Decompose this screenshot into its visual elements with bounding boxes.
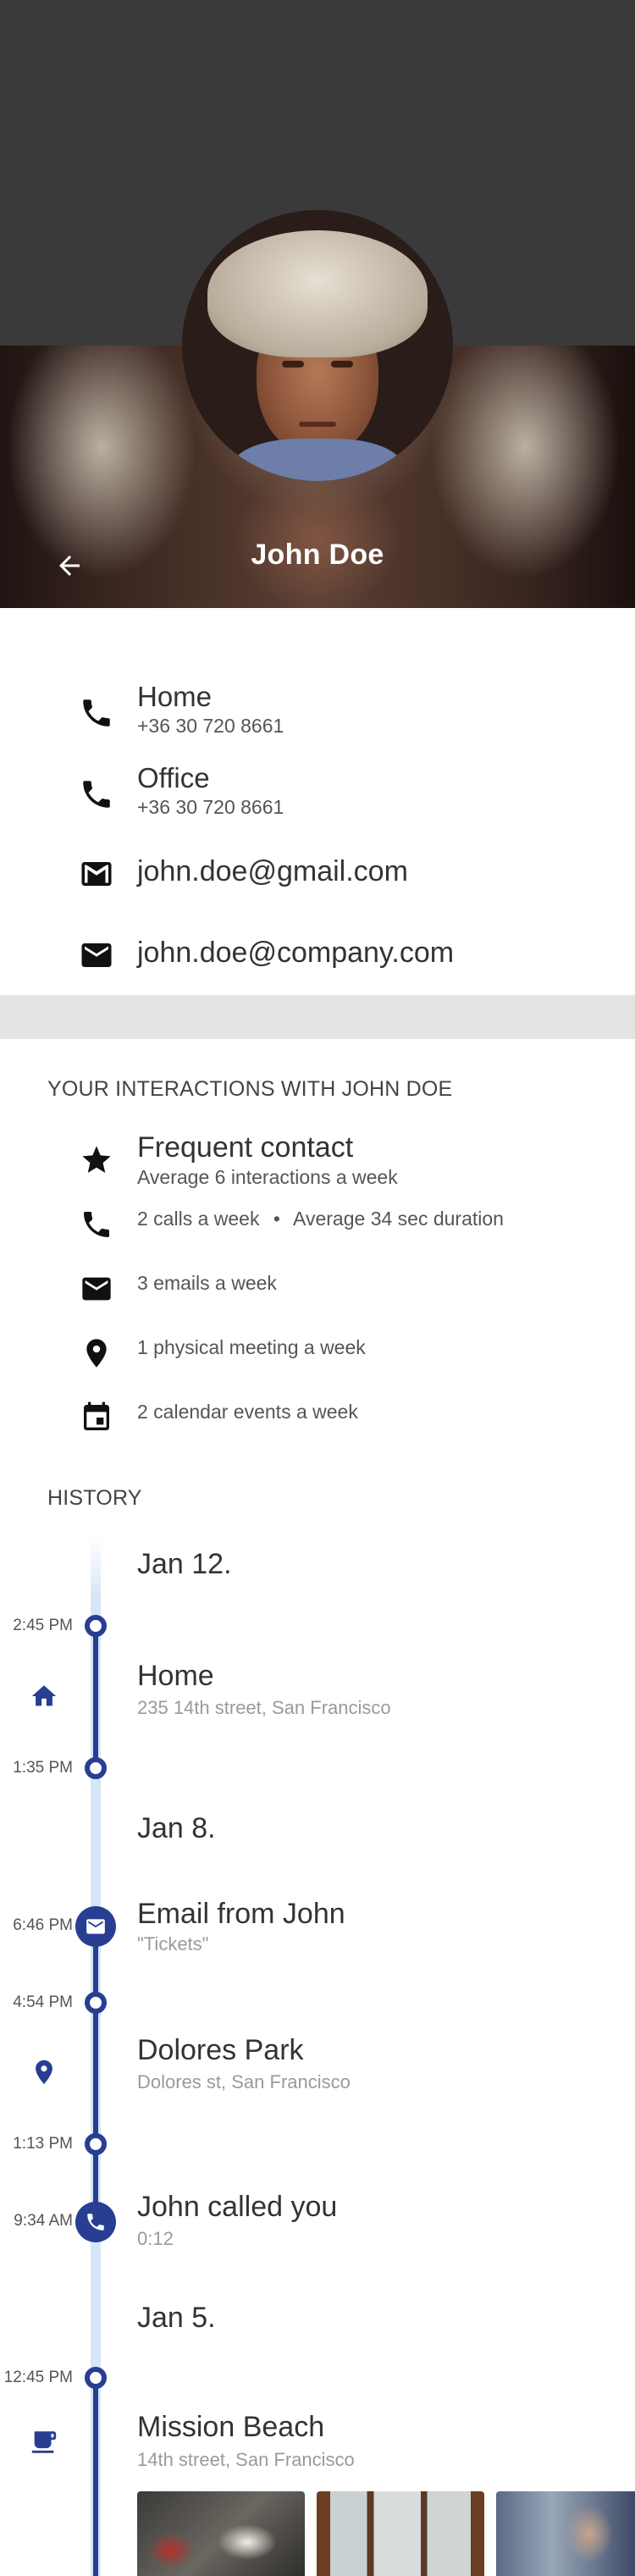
home-icon bbox=[27, 1679, 61, 1713]
event-address: Dolores st, San Francisco bbox=[137, 2071, 351, 2092]
location-pin-icon bbox=[76, 1333, 117, 1374]
history-date: Jan 5. bbox=[137, 2302, 216, 2334]
email-address: john.doe@gmail.com bbox=[137, 855, 408, 887]
event-title: Email from John bbox=[137, 1898, 345, 1930]
email-icon bbox=[86, 1919, 105, 1934]
history-date: Jan 8. bbox=[137, 1812, 216, 1844]
location-pin-icon bbox=[27, 2055, 61, 2089]
event-title: John called you bbox=[137, 2191, 338, 2223]
event-subject: "Tickets" bbox=[137, 1933, 209, 1954]
contact-office-phone[interactable]: Office +36 30 720 8661 bbox=[0, 759, 635, 826]
timeline-segment bbox=[93, 1626, 98, 1768]
event-start-time: 4:54 PM bbox=[13, 1993, 73, 2011]
contact-name: John Doe bbox=[251, 539, 384, 571]
history-title: HISTORY bbox=[47, 1486, 142, 1510]
call-duration: Average 34 sec duration bbox=[293, 1208, 504, 1230]
phone-icon bbox=[76, 693, 117, 733]
email-icon bbox=[76, 935, 117, 976]
calls-per-week: 2 calls a week • Average 34 sec duration bbox=[137, 1208, 504, 1230]
star-icon bbox=[76, 1140, 117, 1180]
event-photo-thumbnail[interactable] bbox=[137, 2491, 305, 2576]
call-duration: 0:12 bbox=[137, 2228, 174, 2249]
event-title: Home bbox=[137, 1660, 214, 1692]
avatar bbox=[182, 210, 453, 481]
email-address: john.doe@company.com bbox=[137, 937, 455, 969]
meetings-per-week: 1 physical meeting a week bbox=[137, 1336, 366, 1358]
timeline-dot bbox=[85, 1615, 107, 1637]
calendar-icon bbox=[76, 1397, 117, 1438]
event-end-time: 1:35 PM bbox=[13, 1759, 73, 1777]
separator-dot: • bbox=[273, 1208, 280, 1230]
event-time: 12:45 PM bbox=[3, 2369, 73, 2386]
history-date: Jan 12. bbox=[137, 1548, 232, 1580]
event-time: 6:46 PM bbox=[13, 1916, 73, 1934]
avatar-hat bbox=[207, 230, 428, 357]
phone-icon bbox=[87, 2214, 104, 2231]
timeline-event-marker bbox=[75, 2202, 116, 2242]
timeline-dot bbox=[85, 1992, 107, 2014]
email-icon bbox=[76, 854, 117, 894]
coffee-cup-icon bbox=[27, 2425, 61, 2459]
phone-number: +36 30 720 8661 bbox=[137, 796, 284, 818]
event-title: Dolores Park bbox=[137, 2034, 304, 2066]
timeline-dot bbox=[85, 2133, 107, 2155]
phone-number: +36 30 720 8661 bbox=[137, 715, 284, 737]
calls-count: 2 calls a week bbox=[137, 1208, 260, 1230]
timeline-dot bbox=[85, 1757, 107, 1779]
section-divider bbox=[0, 995, 635, 1039]
event-photo-thumbnail[interactable] bbox=[317, 2491, 484, 2576]
profile-header: John Doe bbox=[0, 0, 635, 608]
email-icon bbox=[76, 1269, 117, 1309]
phone-label: Office bbox=[137, 762, 210, 793]
event-title: Mission Beach bbox=[137, 2411, 325, 2443]
frequent-contact-title: Frequent contact bbox=[137, 1131, 354, 1164]
frequent-contact-sub: Average 6 interactions a week bbox=[137, 1166, 398, 1188]
event-photo-thumbnail[interactable] bbox=[496, 2491, 635, 2576]
timeline-event-marker bbox=[75, 1906, 116, 1947]
phone-icon bbox=[76, 774, 117, 815]
event-start-time: 2:45 PM bbox=[13, 1617, 73, 1634]
interactions-title: YOUR INTERACTIONS WITH JOHN DOE bbox=[47, 1077, 453, 1101]
timeline-segment bbox=[93, 2375, 98, 2576]
event-address: 14th street, San Francisco bbox=[137, 2449, 355, 2470]
timeline-dot bbox=[85, 2367, 107, 2389]
calendar-events-per-week: 2 calendar events a week bbox=[137, 1401, 358, 1423]
event-time: 9:34 AM bbox=[14, 2212, 73, 2230]
contact-home-phone[interactable]: Home +36 30 720 8661 bbox=[0, 677, 635, 745]
phone-icon bbox=[76, 1204, 117, 1245]
contact-email-personal[interactable]: john.doe@gmail.com bbox=[0, 850, 635, 898]
event-address: 235 14th street, San Francisco bbox=[137, 1697, 391, 1718]
emails-per-week: 3 emails a week bbox=[137, 1272, 277, 1294]
contact-email-work[interactable]: john.doe@company.com bbox=[0, 930, 635, 977]
event-end-time: 1:13 PM bbox=[13, 2135, 73, 2153]
phone-label: Home bbox=[137, 681, 213, 712]
